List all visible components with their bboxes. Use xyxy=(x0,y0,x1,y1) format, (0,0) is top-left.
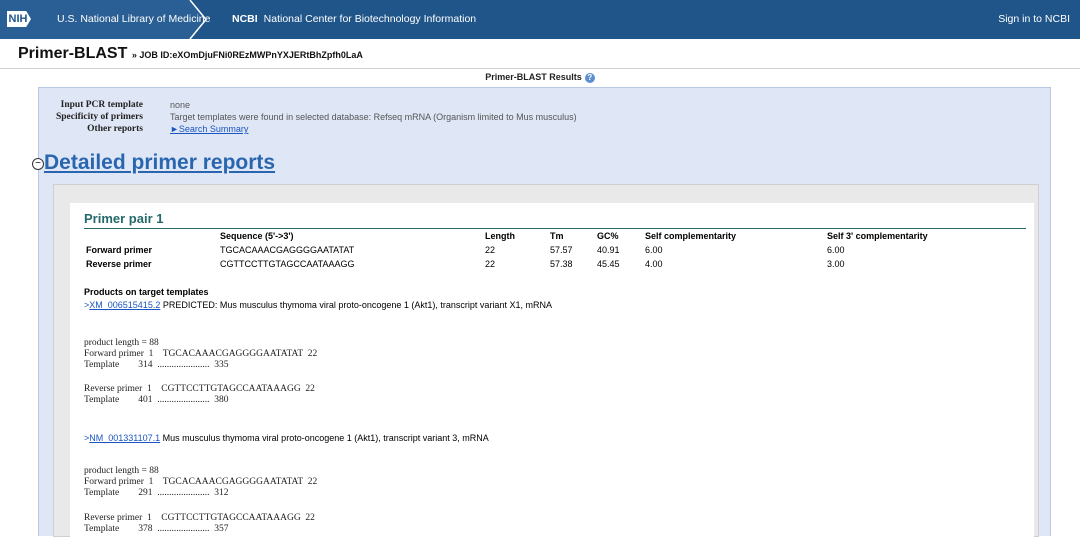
page-title: Primer-BLAST » JOB ID:eXOmDjuFNi0REzMWPn… xyxy=(18,45,363,63)
primer-gc: 40.91 xyxy=(597,245,620,255)
sign-in-link[interactable]: Sign in to NCBI xyxy=(998,13,1070,25)
app-title: Primer-BLAST xyxy=(18,45,128,62)
primer-sequence: CGTTCCTTGTAGCCAATAAAGG xyxy=(220,259,355,269)
product-description: PREDICTED: Mus musculus thymoma viral pr… xyxy=(160,300,552,310)
job-id: » JOB ID:eXOmDjuFNi0REzMWPnYXJERtBhZpfh0… xyxy=(131,50,363,60)
primer-tm: 57.57 xyxy=(550,245,573,255)
accession-link[interactable]: NM_001331107.1 xyxy=(89,433,160,443)
help-icon[interactable]: ? xyxy=(584,72,595,83)
primer-length: 22 xyxy=(485,245,496,255)
col-self-comp: Self complementarity xyxy=(645,231,737,241)
info-value: ►Search Summary xyxy=(170,124,248,134)
primer-self3-comp: 3.00 xyxy=(827,259,845,269)
ncbi-header: NIH U.S. National Library of Medicine NC… xyxy=(0,0,1080,39)
primer-self3-comp: 6.00 xyxy=(827,245,845,255)
primer-length: 22 xyxy=(485,259,496,269)
product-description: Mus musculus thymoma viral proto-oncogen… xyxy=(160,433,489,443)
primer-sequence: TGCACAAACGAGGGGAATATAT xyxy=(220,245,355,255)
primer-pair-card: Primer pair 1 Sequence (5'->3') Length T… xyxy=(70,203,1034,538)
primer-tm: 57.38 xyxy=(550,259,573,269)
alignment-block-forward: product length = 88 Forward primer 1 TGC… xyxy=(84,338,318,370)
products-heading: Products on target templates xyxy=(84,287,209,297)
ncbi-short: NCBI xyxy=(232,13,258,25)
info-label: Input PCR template xyxy=(60,100,143,110)
product-title: >XM_006515415.2 PREDICTED: Mus musculus … xyxy=(84,300,552,310)
nlm-link[interactable]: U.S. National Library of Medicine xyxy=(57,13,211,25)
info-label: Other reports xyxy=(87,124,143,134)
info-value: Target templates were found in selected … xyxy=(170,112,577,122)
primer-self-comp: 6.00 xyxy=(645,245,663,255)
collapse-icon[interactable]: − xyxy=(32,158,44,170)
title-divider xyxy=(0,68,1080,69)
info-label: Specificity of primers xyxy=(55,112,143,122)
col-self3-comp: Self 3' complementarity xyxy=(827,231,928,241)
alignment-block-reverse: Reverse primer 1 CGTTCCTTGTAGCCAATAAAGG … xyxy=(84,513,315,534)
col-sequence: Sequence (5'->3') xyxy=(220,231,294,241)
product-title: >NM_001331107.1 Mus musculus thymoma vir… xyxy=(84,433,489,443)
primer-name: Reverse primer xyxy=(86,259,152,269)
primer-self-comp: 4.00 xyxy=(645,259,663,269)
primer-name: Forward primer xyxy=(86,245,153,255)
ncbi-long: National Center for Biotechnology Inform… xyxy=(263,13,477,25)
search-summary-link[interactable]: ►Search Summary xyxy=(170,124,248,134)
primer-pair-divider xyxy=(84,228,1026,229)
results-heading-text: Primer-BLAST Results xyxy=(485,72,582,82)
col-gc: GC% xyxy=(597,231,619,241)
col-tm: Tm xyxy=(550,231,564,241)
results-heading: Primer-BLAST Results? xyxy=(0,72,1080,83)
nih-logo[interactable]: NIH xyxy=(7,11,31,27)
detailed-reports-title[interactable]: Detailed primer reports xyxy=(44,151,275,175)
primer-gc: 45.45 xyxy=(597,259,620,269)
info-value: none xyxy=(170,100,191,110)
accession-link[interactable]: XM_006515415.2 xyxy=(89,300,160,310)
primer-report-container: Primer pair 1 Sequence (5'->3') Length T… xyxy=(53,184,1039,538)
primer-pair-title: Primer pair 1 xyxy=(84,211,164,226)
ncbi-link[interactable]: NCBI National Center for Biotechnology In… xyxy=(232,13,476,25)
alignment-block-reverse: Reverse primer 1 CGTTCCTTGTAGCCAATAAAGG … xyxy=(84,384,315,405)
col-length: Length xyxy=(485,231,515,241)
alignment-block-forward: product length = 88 Forward primer 1 TGC… xyxy=(84,466,318,498)
results-panel: Input PCR template none Specificity of p… xyxy=(32,87,1051,538)
